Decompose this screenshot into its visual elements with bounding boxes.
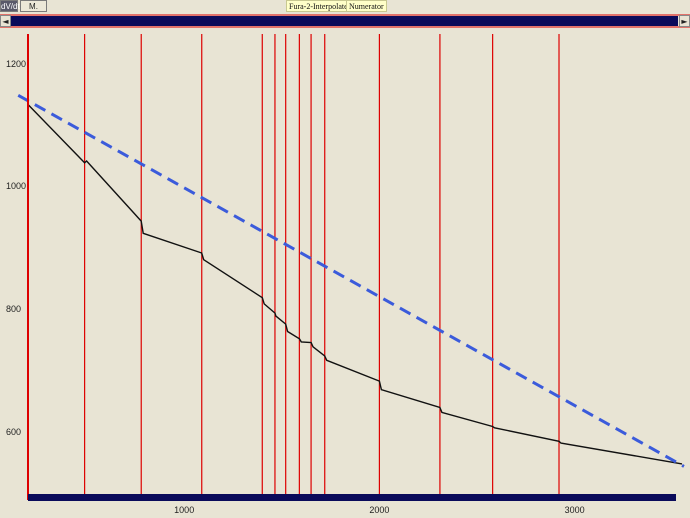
y-tick-label: 1000 [6,181,27,192]
y-tick-label: 600 [6,426,22,437]
event-markers [27,34,560,494]
x-tick-label: 2000 [369,505,390,515]
bottom-scrollbar[interactable] [28,494,676,501]
y-tick-label: 1200 [6,58,27,69]
trend-line [17,94,685,468]
plot-area[interactable] [0,0,690,518]
x-tick-label: 1000 [174,505,195,515]
x-tick-label: 3000 [564,505,585,515]
y-tick-label: 800 [6,304,22,314]
